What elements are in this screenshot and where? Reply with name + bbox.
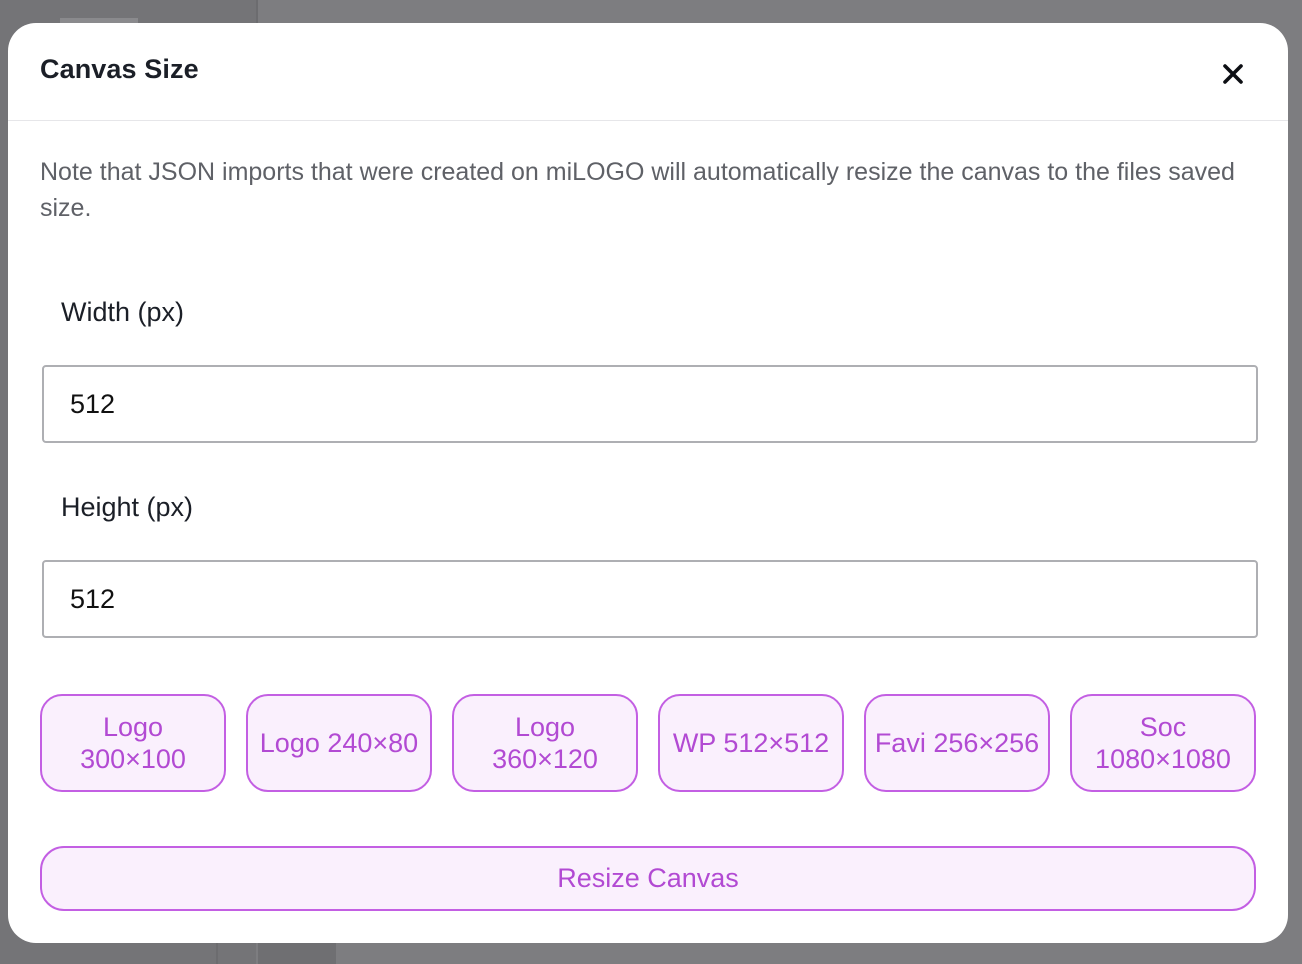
preset-label: Logo 300×100 <box>80 712 186 774</box>
preset-wp-512x512-button[interactable]: WP 512×512 <box>658 694 844 792</box>
background-divider <box>256 0 258 24</box>
background-footer-block <box>258 942 336 964</box>
preset-logo-300x100-button[interactable]: Logo 300×100 <box>40 694 226 792</box>
close-button[interactable] <box>1218 59 1248 89</box>
close-icon <box>1222 63 1244 85</box>
resize-canvas-button[interactable]: Resize Canvas <box>40 846 1256 911</box>
modal-header: Canvas Size <box>8 23 1288 121</box>
preset-soc-1080x1080-button[interactable]: Soc 1080×1080 <box>1070 694 1256 792</box>
import-note: Note that JSON imports that were created… <box>40 158 1235 222</box>
canvas-size-modal: Canvas Size Note that JSON imports that … <box>8 23 1288 943</box>
preset-label: Favi 256×256 <box>874 728 1040 758</box>
size-presets: Logo 300×100 Logo 240×80 Logo 360×120 WP… <box>40 694 1256 792</box>
preset-logo-240x80-button[interactable]: Logo 240×80 <box>246 694 432 792</box>
preset-label: Logo 240×80 <box>259 728 419 758</box>
preset-label: Soc 1080×1080 <box>1095 712 1231 774</box>
background-footer-divider <box>216 942 218 964</box>
preset-label: Logo 360×120 <box>492 712 598 774</box>
preset-favi-256x256-button[interactable]: Favi 256×256 <box>864 694 1050 792</box>
modal-title: Canvas Size <box>40 54 199 84</box>
preset-label: WP 512×512 <box>672 728 830 758</box>
resize-canvas-label: Resize Canvas <box>557 863 739 893</box>
width-label: Width (px) <box>61 297 185 327</box>
height-input[interactable] <box>42 560 1258 638</box>
preset-logo-360x120-button[interactable]: Logo 360×120 <box>452 694 638 792</box>
height-label: Height (px) <box>61 492 194 522</box>
width-input[interactable] <box>42 365 1258 443</box>
